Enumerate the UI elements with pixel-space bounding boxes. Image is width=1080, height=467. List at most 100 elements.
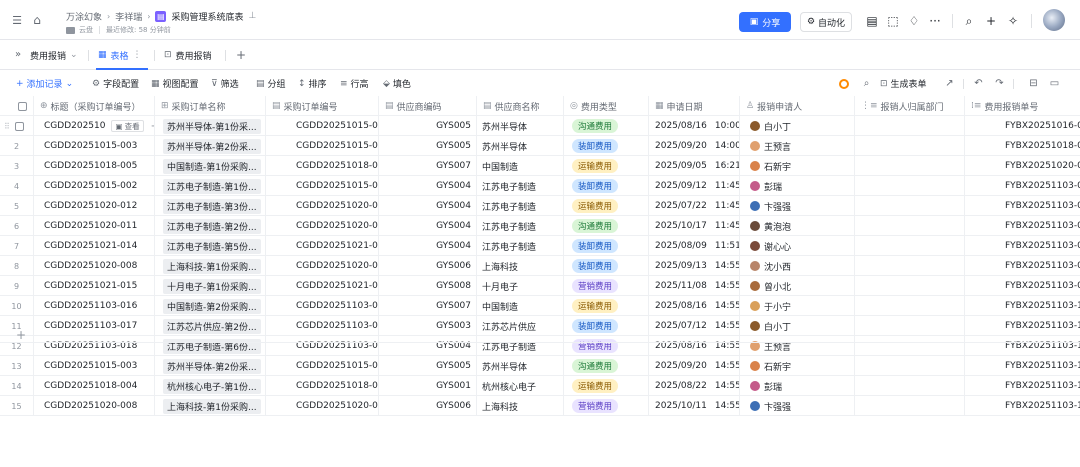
- title-cell[interactable]: CGDD20251021-014: [34, 236, 155, 256]
- notification-bell-outline-icon[interactable]: ⬚: [885, 13, 901, 29]
- sort-button[interactable]: ↕ 排序: [298, 77, 327, 91]
- table-row[interactable]: 15 CGDD20251020-008 上海科技-第1份采购... CGDD20251…: [0, 396, 1080, 416]
- redo-icon[interactable]: ↷: [993, 77, 1006, 90]
- chevron-down-icon[interactable]: ⌄: [70, 50, 78, 60]
- row-checkbox[interactable]: [14, 121, 24, 131]
- reimbursement-number-cell[interactable]: FYBX20251018-02: [965, 136, 1080, 156]
- applicant-cell[interactable]: 曾小北: [740, 276, 855, 296]
- select-all-checkbox[interactable]: [18, 101, 27, 111]
- user-avatar[interactable]: [1043, 9, 1065, 31]
- fill-color-button[interactable]: ⬙ 填色: [383, 77, 411, 91]
- column-header[interactable]: ⊕ 标题（采购订单编号）: [34, 96, 155, 116]
- reimbursement-number-cell[interactable]: FYBX20251103-07: [965, 236, 1080, 256]
- drag-handle-icon[interactable]: ⠿: [4, 122, 10, 131]
- reimbursement-number-cell[interactable]: FYBX20251103-15: [965, 396, 1080, 416]
- fee-type-cell[interactable]: 装卸费用: [564, 316, 649, 336]
- bell-icon[interactable]: ♢: [906, 13, 922, 29]
- order-number-cell[interactable]: CGDD20251021-015: [266, 276, 379, 296]
- department-cell[interactable]: [855, 376, 965, 396]
- department-cell[interactable]: [855, 256, 965, 276]
- apply-date-cell[interactable]: 2025/08/09 11:51: [649, 236, 740, 256]
- fee-type-cell[interactable]: 装卸费用: [564, 176, 649, 196]
- order-number-cell[interactable]: CGDD20251020-008: [266, 256, 379, 276]
- tab-grid-view[interactable]: ▦ 表格 ⋮: [98, 46, 142, 64]
- reimbursement-number-cell[interactable]: FYBX20251103-09: [965, 276, 1080, 296]
- row-number-cell[interactable]: 2: [0, 136, 34, 156]
- supplier-name-cell[interactable]: 中国制造: [477, 296, 564, 316]
- title-cell[interactable]: CGDD20251021-015: [34, 276, 155, 296]
- title-cell[interactable]: CGDD20251018-005: [34, 156, 155, 176]
- sidebar-toggle-icon[interactable]: ☰: [10, 13, 24, 27]
- row-number-cell[interactable]: 8: [0, 256, 34, 276]
- supplier-code-cell[interactable]: GYS005: [379, 116, 477, 136]
- table-row[interactable]: 13 CGDD20251015-003 苏州半导体-第2份采... CGDD20251…: [0, 356, 1080, 376]
- applicant-cell[interactable]: 石新宇: [740, 356, 855, 376]
- applicant-cell[interactable]: 卞强强: [740, 396, 855, 416]
- column-header[interactable]: ♙ 报销申请人: [740, 96, 855, 116]
- home-icon[interactable]: ⌂: [30, 13, 44, 27]
- supplier-name-cell[interactable]: 江苏电子制造: [477, 236, 564, 256]
- title-cell[interactable]: CGDD20251018-004: [34, 376, 155, 396]
- order-number-cell[interactable]: CGDD20251015-003: [266, 356, 379, 376]
- supplier-code-cell[interactable]: GYS004: [379, 176, 477, 196]
- supplier-code-cell[interactable]: GYS007: [379, 296, 477, 316]
- order-name-cell[interactable]: 中国制造-第1份采购...: [155, 156, 266, 176]
- search-icon[interactable]: ⌕: [961, 13, 977, 29]
- apply-date-cell[interactable]: 2025/10/17 11:45: [649, 216, 740, 236]
- breadcrumb-owner[interactable]: 李祥瑞: [115, 10, 142, 23]
- row-height-button[interactable]: ≡ 行高: [340, 77, 369, 91]
- department-cell[interactable]: [855, 396, 965, 416]
- title-cell[interactable]: CGDD20251015-002: [34, 176, 155, 196]
- order-number-cell[interactable]: CGDD20251103-016: [266, 296, 379, 316]
- applicant-cell[interactable]: 石新宇: [740, 156, 855, 176]
- apply-date-cell[interactable]: 2025/09/05 16:21: [649, 156, 740, 176]
- order-number-cell[interactable]: CGDD20251103-017: [266, 316, 379, 336]
- group-button[interactable]: ▤ 分组: [256, 77, 286, 91]
- apply-date-cell[interactable]: 2025/08/16 14:55: [649, 296, 740, 316]
- order-number-cell[interactable]: CGDD20251020-012: [266, 196, 379, 216]
- applicant-cell[interactable]: 白小丁: [740, 316, 855, 336]
- supplier-name-cell[interactable]: 苏州半导体: [477, 356, 564, 376]
- supplier-code-cell[interactable]: GYS006: [379, 396, 477, 416]
- row-number-cell[interactable]: 7: [0, 236, 34, 256]
- title-cell[interactable]: CGDD20251020-011: [34, 216, 155, 236]
- order-name-cell[interactable]: 苏州半导体-第2份采...: [155, 136, 266, 156]
- apply-date-cell[interactable]: 2025/07/12 14:55: [649, 316, 740, 336]
- supplier-name-cell[interactable]: 苏州半导体: [477, 136, 564, 156]
- fee-type-cell[interactable]: 运输费用: [564, 156, 649, 176]
- row-number-cell[interactable]: 5: [0, 196, 34, 216]
- table-row[interactable]: 10 CGDD20251103-016 中国制造-第2份采购... CGDD20251…: [0, 296, 1080, 316]
- department-cell[interactable]: [855, 116, 965, 136]
- applicant-cell[interactable]: 谢心心: [740, 236, 855, 256]
- applicant-cell[interactable]: 彭瑞: [740, 176, 855, 196]
- row-number-cell[interactable]: 9: [0, 276, 34, 296]
- expand-sidebar-icon[interactable]: »: [15, 49, 21, 60]
- order-name-cell[interactable]: 上海科技-第1份采购...: [155, 256, 266, 276]
- order-name-cell[interactable]: 江苏芯片供应-第2份...: [155, 316, 266, 336]
- ai-assistant-icon[interactable]: [839, 79, 849, 89]
- fee-type-cell[interactable]: 营销费用: [564, 276, 649, 296]
- title-cell[interactable]: CGDD20251020-008: [34, 396, 155, 416]
- order-name-cell[interactable]: 江苏电子制造-第5份...: [155, 236, 266, 256]
- row-number-cell[interactable]: 14: [0, 376, 34, 396]
- reimbursement-number-cell[interactable]: FYBX20251103-08: [965, 256, 1080, 276]
- reimbursement-number-cell[interactable]: FYBX20251103-11: [965, 316, 1080, 336]
- generate-form-button[interactable]: ⊡ 生成表单: [880, 77, 927, 91]
- department-cell[interactable]: [855, 296, 965, 316]
- supplier-code-cell[interactable]: GYS007: [379, 156, 477, 176]
- column-header[interactable]: ◎ 费用类型: [564, 96, 649, 116]
- supplier-name-cell[interactable]: 上海科技: [477, 256, 564, 276]
- column-header[interactable]: ▤ 供应商名称: [477, 96, 564, 116]
- column-header[interactable]: ⊞ 采购订单名称: [155, 96, 266, 116]
- fee-type-cell[interactable]: 营销费用: [564, 396, 649, 416]
- title-cell[interactable]: CGDD20251103-016: [34, 296, 155, 316]
- order-number-cell[interactable]: CGDD20251015-003: [266, 136, 379, 156]
- table-row[interactable]: 4 CGDD20251015-002 江苏电子制造-第1份... CGDD202510…: [0, 176, 1080, 196]
- supplier-code-cell[interactable]: GYS004: [379, 216, 477, 236]
- supplier-name-cell[interactable]: 江苏电子制造: [477, 216, 564, 236]
- applicant-cell[interactable]: 卞强强: [740, 196, 855, 216]
- applicant-cell[interactable]: 黄泡泡: [740, 216, 855, 236]
- apply-date-cell[interactable]: 2025/09/20 14:00: [649, 136, 740, 156]
- order-name-cell[interactable]: 苏州半导体-第1份采...: [155, 116, 266, 136]
- order-number-cell[interactable]: CGDD20251015-001: [266, 116, 379, 136]
